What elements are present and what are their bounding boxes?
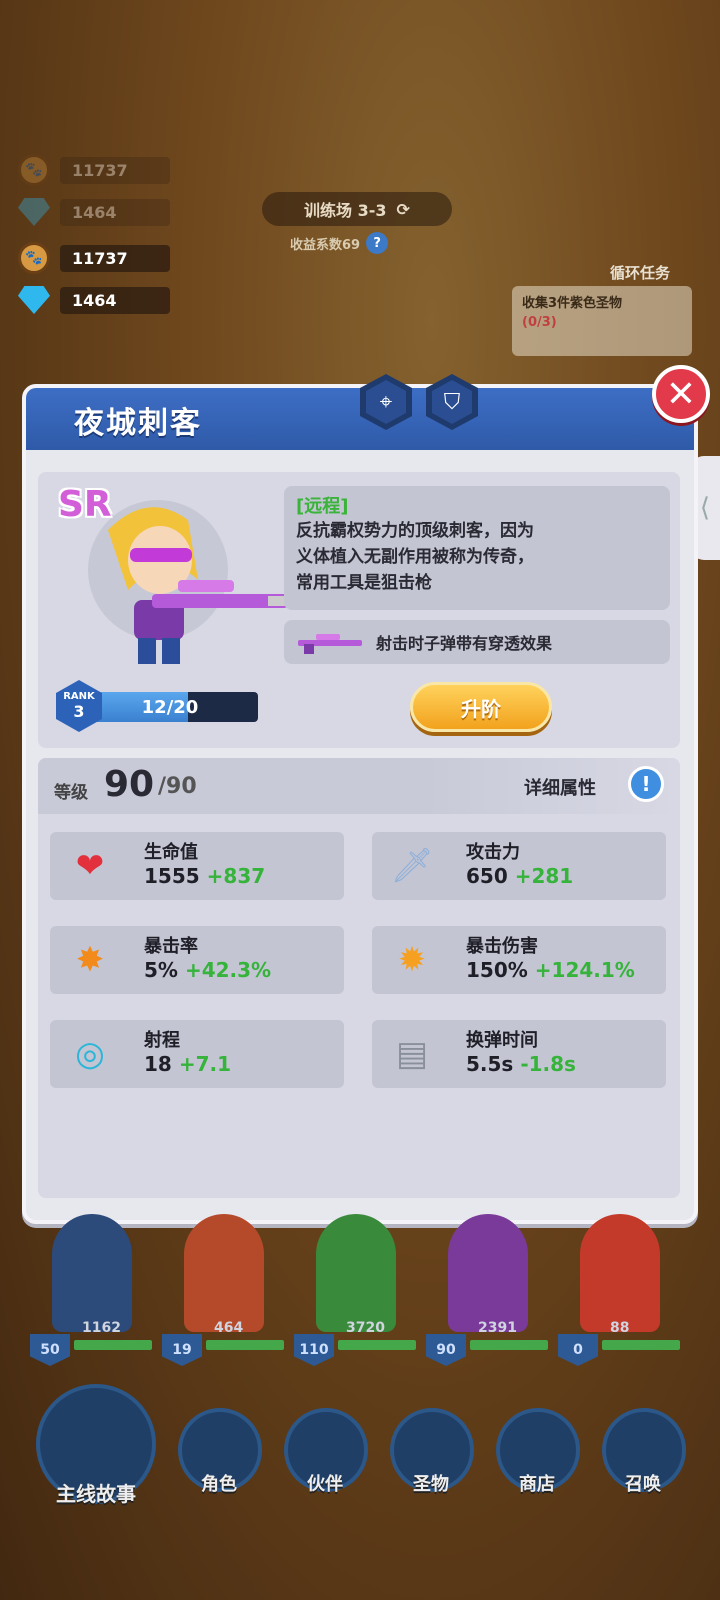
- stat-attack: 🗡 攻击力 650 +281: [372, 832, 666, 900]
- hero-figure: [52, 1214, 132, 1332]
- magazine-icon: ▤: [395, 1034, 429, 1074]
- close-button[interactable]: ✕: [652, 365, 710, 423]
- rank-number: 3: [73, 702, 85, 721]
- paw-icon: 🐾: [18, 154, 50, 186]
- stat-crit-damage: ✹ 暴击伤害 150% +124.1%: [372, 926, 666, 994]
- gems-count: 1464: [60, 286, 170, 314]
- refresh-icon: ⟳: [396, 199, 410, 219]
- description-line: 反抗霸权势力的顶级刺客，因为: [296, 521, 534, 541]
- currency-paws-shadow: 🐾 11737: [18, 154, 170, 186]
- stat-range: ◎ 射程 18 +7.1: [50, 1020, 344, 1088]
- hero-figure: [316, 1214, 396, 1332]
- hero-type-tag: [远程]: [296, 496, 349, 517]
- team-slot[interactable]: 464 19: [162, 1208, 286, 1378]
- dagger-icon: 🗡: [390, 846, 434, 886]
- stat-hp: ❤ 生命值 1555 +837: [50, 832, 344, 900]
- nav-character[interactable]: 角色: [172, 1408, 266, 1518]
- quest-desc: 收集3件紫色圣物: [522, 296, 623, 311]
- currency-gems: 1464: [18, 286, 170, 314]
- level-label: 等级: [54, 783, 88, 803]
- quest-title: 循环任务: [610, 264, 671, 282]
- gem-icon: [18, 286, 50, 314]
- nav-summon[interactable]: 召唤: [596, 1408, 690, 1518]
- stage-indicator: 训练场 3-3 ⟳: [262, 192, 452, 226]
- level-value: 90: [104, 764, 155, 805]
- nav-main-story[interactable]: 主线故事: [34, 1384, 158, 1534]
- hero-card: SR [远程] 反抗霸权势力的顶级刺客，因为 义体植入无副作用被称为传奇， 常用…: [38, 472, 680, 748]
- team-slot[interactable]: 88 0: [558, 1208, 682, 1378]
- gem-icon: [18, 198, 50, 226]
- sniper-rifle-icon: [298, 634, 362, 654]
- stat-crit-rate: ✸ 暴击率 5% +42.3%: [50, 926, 344, 994]
- income-coefficient: 收益系数69 ?: [290, 232, 389, 254]
- upgrade-button[interactable]: 升阶: [410, 682, 552, 732]
- panel-header: 夜城刺客 ⌖ ⛉: [26, 374, 694, 450]
- rank-badge: RANK 3: [56, 680, 102, 732]
- explosion-icon: ✸: [75, 940, 105, 980]
- hero-name: 夜城刺客: [74, 406, 202, 441]
- paw-icon: 🐾: [18, 242, 50, 274]
- range-icon: ◎: [75, 1034, 105, 1074]
- hero-figure: [580, 1214, 660, 1332]
- hero-figure: [448, 1214, 528, 1332]
- info-icon[interactable]: !: [628, 766, 664, 802]
- nav-partner[interactable]: 伙伴: [278, 1408, 372, 1518]
- team-row: 1162 50 464 19 3720 110 2391 90 88 0: [30, 1208, 690, 1378]
- hero-description: [远程] 反抗霸权势力的顶级刺客，因为 义体植入无副作用被称为传奇， 常用工具是…: [284, 486, 670, 610]
- team-slot[interactable]: 2391 90: [426, 1208, 550, 1378]
- weapon-skill: 射击时子弹带有穿透效果: [284, 620, 670, 664]
- level-strip: 等级 90 /90 详细属性 !: [38, 758, 680, 814]
- hero-detail-panel: 夜城刺客 ⌖ ⛉ SR [远程] 反抗霸权势力的顶级刺客，因为 义体植入无副作用…: [22, 374, 698, 1224]
- skill-text: 射击时子弹带有穿透效果: [376, 634, 553, 653]
- team-slot[interactable]: 3720 110: [294, 1208, 418, 1378]
- bottom-nav: 主线故事 角色 伙伴 圣物 商店 召唤: [0, 1384, 720, 1600]
- rarity-badge: SR: [58, 484, 112, 525]
- quest-progress: (0/3): [522, 315, 557, 330]
- heart-icon: ❤: [75, 846, 105, 886]
- rank-progress: 12/20 RANK 3: [56, 680, 262, 732]
- currency-gems-shadow: 1464: [18, 198, 170, 226]
- team-slot[interactable]: 1162 50: [30, 1208, 154, 1378]
- burst-icon: ✹: [397, 940, 427, 980]
- description-line: 义体植入无副作用被称为传奇，: [296, 547, 534, 567]
- description-line: 常用工具是狙击枪: [296, 573, 432, 593]
- shield-icon: ⛉: [432, 380, 472, 424]
- quest-box: 收集3件紫色圣物 (0/3): [512, 286, 692, 356]
- detail-attributes-link[interactable]: 详细属性: [524, 774, 596, 800]
- hero-figure: [184, 1214, 264, 1332]
- help-icon: ?: [366, 232, 389, 254]
- rank-progress-text: 12/20: [141, 696, 199, 718]
- stats-card: 等级 90 /90 详细属性 ! ❤ 生命值 1555 +837 🗡 攻击力 6…: [38, 758, 680, 1198]
- level-max: /90: [158, 774, 197, 799]
- paws-count: 11737: [60, 244, 170, 272]
- currency-paws: 🐾 11737: [18, 242, 170, 274]
- crosshair-icon: ⌖: [366, 380, 406, 424]
- stage-name: 训练场 3-3: [304, 201, 387, 220]
- nav-shop[interactable]: 商店: [490, 1408, 584, 1518]
- nav-relic[interactable]: 圣物: [384, 1408, 478, 1518]
- stat-reload: ▤ 换弹时间 5.5s -1.8s: [372, 1020, 666, 1088]
